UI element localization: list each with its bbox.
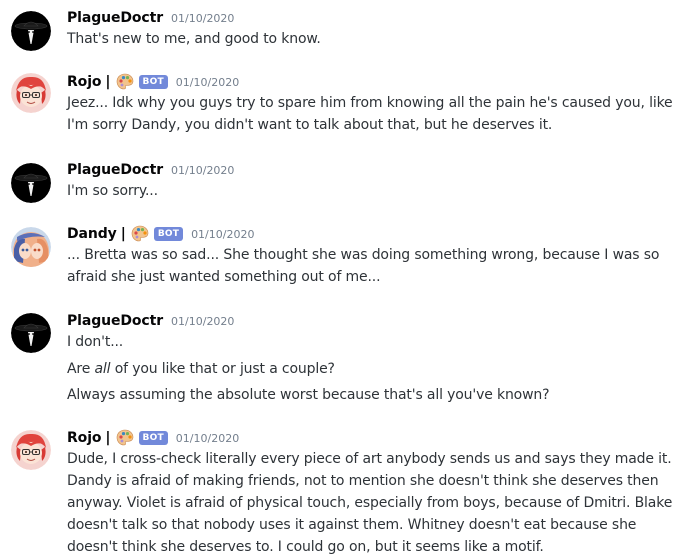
dandy-avatar-icon bbox=[11, 227, 51, 267]
chat-messages: PlagueDoctr 01/10/2020 That's new to me,… bbox=[0, 0, 700, 560]
message-text: That's new to me, and good to know. bbox=[67, 31, 321, 47]
message-text: afraid she just wanted something out of … bbox=[67, 269, 381, 285]
message-header: Dandy | BOT 01/10/2020 bbox=[67, 224, 254, 244]
message-text: Jeez... Idk why you guys try to spare hi… bbox=[67, 95, 673, 111]
avatar[interactable] bbox=[11, 163, 51, 203]
message-group: PlagueDoctr 01/10/2020 I'm so sorry... bbox=[0, 150, 700, 220]
message-group: Rojo | BOT 01/10/2020 Jeez... Idk why yo… bbox=[0, 70, 700, 150]
message-text: Dandy is afraid of making friends, not t… bbox=[67, 473, 659, 489]
username[interactable]: Dandy bbox=[67, 226, 117, 242]
palette-icon bbox=[116, 73, 133, 90]
text-segment: of you like that or just a couple? bbox=[110, 361, 335, 377]
message-text: I'm so sorry... bbox=[67, 183, 158, 199]
bot-badge: BOT bbox=[153, 227, 184, 241]
message-group: PlagueDoctr 01/10/2020 I don't... Are al… bbox=[0, 305, 700, 425]
message-text: Dude, I cross-check literally every piec… bbox=[67, 451, 672, 467]
message-group: Dandy | BOT 01/10/2020 ... Bretta was so… bbox=[0, 220, 700, 305]
message-text: ... Bretta was so sad... She thought she… bbox=[67, 247, 660, 263]
username[interactable]: Rojo bbox=[67, 430, 102, 446]
bot-badge: BOT bbox=[138, 431, 168, 445]
username[interactable]: PlagueDoctr bbox=[67, 162, 163, 178]
text-segment: Are bbox=[67, 361, 95, 377]
plague-doctor-avatar-icon bbox=[11, 163, 51, 203]
message-group: Rojo | BOT 01/10/2020 Dude, I cross-chec… bbox=[0, 425, 700, 560]
message-header: PlagueDoctr 01/10/2020 bbox=[67, 160, 234, 180]
message-text: I don't... bbox=[67, 334, 124, 350]
username[interactable]: PlagueDoctr bbox=[67, 10, 163, 26]
bot-badge: BOT bbox=[138, 75, 168, 89]
message-text: I'm sorry Dandy, you didn't want to talk… bbox=[67, 117, 553, 133]
message-text: doesn't talk so that nobody uses it agai… bbox=[67, 517, 637, 533]
name-separator: | bbox=[120, 226, 126, 242]
timestamp[interactable]: 01/10/2020 bbox=[171, 164, 234, 177]
username[interactable]: PlagueDoctr bbox=[67, 313, 163, 329]
message-text: Always assuming the absolute worst becau… bbox=[67, 387, 550, 403]
rojo-avatar-icon bbox=[11, 73, 51, 113]
username[interactable]: Rojo bbox=[67, 74, 102, 90]
message-header: Rojo | BOT 01/10/2020 bbox=[67, 428, 239, 448]
avatar[interactable] bbox=[11, 73, 51, 113]
palette-icon bbox=[116, 429, 133, 446]
timestamp[interactable]: 01/10/2020 bbox=[171, 315, 234, 328]
message-text: Are all of you like that or just a coupl… bbox=[67, 361, 335, 377]
rojo-avatar-icon bbox=[11, 430, 51, 470]
avatar[interactable] bbox=[11, 430, 51, 470]
emphasized-text: all bbox=[94, 361, 111, 377]
avatar[interactable] bbox=[11, 11, 51, 51]
palette-icon bbox=[131, 225, 149, 242]
message-text: doesn't think she deserves to. I could g… bbox=[67, 539, 544, 555]
avatar[interactable] bbox=[11, 313, 51, 353]
timestamp[interactable]: 01/10/2020 bbox=[171, 12, 234, 25]
message-header: Rojo | BOT 01/10/2020 bbox=[67, 72, 239, 92]
message-text: anyway. Violet is afraid of physical tou… bbox=[67, 495, 673, 511]
timestamp[interactable]: 01/10/2020 bbox=[191, 228, 254, 241]
timestamp[interactable]: 01/10/2020 bbox=[176, 76, 239, 89]
name-separator: | bbox=[105, 74, 111, 90]
message-group: PlagueDoctr 01/10/2020 That's new to me,… bbox=[0, 0, 700, 70]
plague-doctor-avatar-icon bbox=[11, 313, 51, 353]
message-header: PlagueDoctr 01/10/2020 bbox=[67, 8, 234, 28]
avatar[interactable] bbox=[11, 227, 51, 267]
message-header: PlagueDoctr 01/10/2020 bbox=[67, 311, 234, 331]
timestamp[interactable]: 01/10/2020 bbox=[176, 432, 239, 445]
name-separator: | bbox=[105, 430, 111, 446]
plague-doctor-avatar-icon bbox=[11, 11, 51, 51]
